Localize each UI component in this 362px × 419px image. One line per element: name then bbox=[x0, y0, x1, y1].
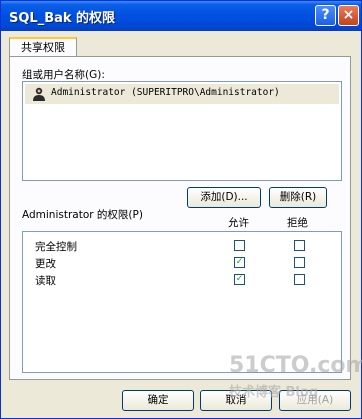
help-button[interactable]: ? bbox=[315, 5, 336, 26]
allow-checkbox[interactable] bbox=[234, 240, 245, 251]
close-button[interactable]: × bbox=[338, 5, 359, 26]
watermark-logo: 51CTO.com bbox=[229, 353, 362, 378]
user-icon bbox=[33, 87, 45, 101]
ok-button[interactable]: 确定 bbox=[122, 390, 194, 411]
remove-button[interactable]: 删除(R) bbox=[269, 187, 327, 208]
tab-share-permissions[interactable]: 共享权限 bbox=[9, 37, 77, 57]
deny-checkbox[interactable] bbox=[294, 274, 305, 285]
allow-checkbox[interactable]: ✓ bbox=[234, 274, 245, 285]
watermark-text: 技术博客 Blog bbox=[229, 385, 319, 400]
title-bar[interactable]: SQL_Bak 的权限 ? × bbox=[1, 1, 361, 31]
user-name: Administrator (SUPERITPRO\Administrator) bbox=[51, 87, 280, 98]
add-button[interactable]: 添加(D)... bbox=[187, 187, 261, 208]
permissions-table: 完全控制 更改 ✓ 读取 ✓ bbox=[22, 231, 342, 373]
permission-name: 完全控制 bbox=[35, 241, 77, 253]
users-list[interactable]: Administrator (SUPERITPRO\Administrator) bbox=[22, 81, 342, 181]
deny-checkbox[interactable] bbox=[294, 257, 305, 268]
permission-name: 读取 bbox=[35, 275, 56, 287]
list-item[interactable]: Administrator (SUPERITPRO\Administrator) bbox=[25, 84, 339, 104]
deny-header: 拒绝 bbox=[287, 217, 308, 229]
table-row: 读取 ✓ bbox=[23, 271, 341, 289]
users-label: 组或用户名称(G): bbox=[22, 69, 105, 81]
permissions-dialog: SQL_Bak 的权限 ? × 共享权限 组或用户名称(G): Administ… bbox=[0, 0, 362, 419]
window-title: SQL_Bak 的权限 bbox=[9, 11, 116, 26]
allow-header: 允许 bbox=[228, 217, 249, 229]
permission-name: 更改 bbox=[35, 258, 56, 270]
deny-checkbox[interactable] bbox=[294, 240, 305, 251]
table-row: 完全控制 bbox=[23, 237, 341, 255]
table-row: 更改 ✓ bbox=[23, 254, 341, 272]
allow-checkbox[interactable]: ✓ bbox=[234, 257, 245, 268]
permissions-label: Administrator 的权限(P) bbox=[22, 209, 143, 221]
